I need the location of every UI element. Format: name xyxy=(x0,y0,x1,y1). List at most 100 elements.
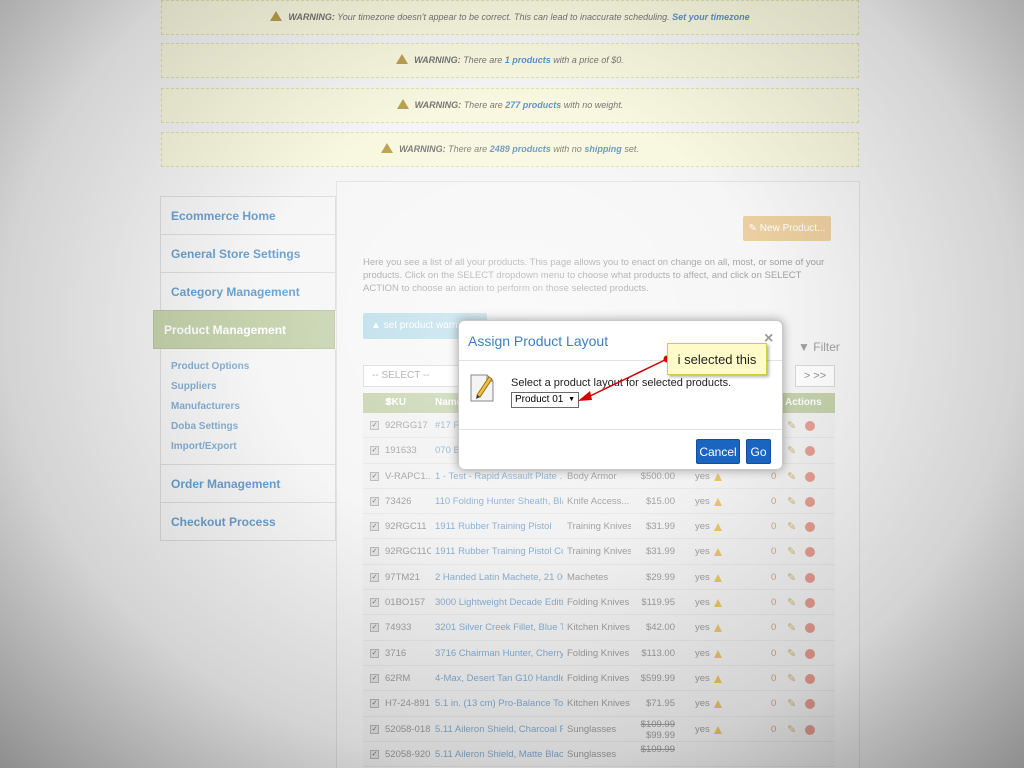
row-price: $500.00 xyxy=(635,471,675,482)
edit-icon[interactable]: ✎ xyxy=(787,495,796,508)
new-product-button[interactable]: ✎ New Product... xyxy=(743,216,831,241)
go-button[interactable]: Go xyxy=(746,439,771,464)
row-checkbox[interactable]: ✓ xyxy=(370,547,379,557)
table-row[interactable]: ✓ 73426 110 Folding Hunter Sheath, Bla... K… xyxy=(363,488,835,515)
sidebar-subitem-import-export[interactable]: Import/Export xyxy=(171,437,335,457)
table-row[interactable]: ✓ 52058-018 5.11 Aileron Shield, Charcoal … xyxy=(363,716,835,742)
sidebar-subitem-product-options[interactable]: Product Options xyxy=(171,357,335,377)
row-name-link[interactable]: 1911 Rubber Training Pistol xyxy=(435,521,563,532)
edit-icon[interactable]: ✎ xyxy=(787,723,796,736)
cancel-button[interactable]: Cancel xyxy=(696,439,740,464)
row-web-status: yes xyxy=(695,672,710,684)
row-checkbox[interactable]: ✓ xyxy=(370,471,379,481)
price-products-link[interactable]: 1 products xyxy=(505,55,551,65)
delete-icon[interactable] xyxy=(805,648,815,659)
row-name-link[interactable]: 2 Handed Latin Machete, 21 00... xyxy=(435,572,563,583)
filter-button[interactable]: ▼ Filter xyxy=(798,340,840,354)
table-row[interactable]: ✓ 3716 3716 Chairman Hunter, Cherry ... Fol… xyxy=(363,640,835,666)
edit-icon[interactable]: ✎ xyxy=(787,470,796,483)
row-checkbox[interactable]: ✓ xyxy=(370,673,379,683)
row-category: Sunglasses xyxy=(567,723,617,735)
table-row[interactable]: ✓ 92RGC11C 1911 Rubber Training Pistol Co.… xyxy=(363,539,835,565)
table-row[interactable]: ✓ 92RGC11 1911 Rubber Training Pistol Train… xyxy=(363,514,835,540)
row-price: $15.00 xyxy=(635,496,675,507)
edit-icon[interactable]: ✎ xyxy=(787,545,796,558)
shipping-link[interactable]: shipping xyxy=(584,144,622,154)
row-stock: 0 xyxy=(771,470,777,482)
warning-icon xyxy=(714,599,722,608)
row-name-link[interactable]: 1 - Test - Rapid Assault Plate ... xyxy=(435,471,563,482)
table-row[interactable]: ✓ 74933 3201 Silver Creek Fillet, Blue T..… xyxy=(363,615,835,641)
sidebar-submenu: Product Options Suppliers Manufacturers … xyxy=(160,349,336,465)
row-checkbox[interactable]: ✓ xyxy=(370,572,379,582)
delete-icon[interactable] xyxy=(805,446,815,457)
row-checkbox[interactable]: ✓ xyxy=(370,623,379,633)
row-name-link[interactable]: 3716 Chairman Hunter, Cherry ... xyxy=(435,648,563,659)
row-name-link[interactable]: 3201 Silver Creek Fillet, Blue T... xyxy=(435,622,563,633)
sidebar-item-ecommerce-home[interactable]: Ecommerce Home xyxy=(160,196,336,235)
edit-icon[interactable]: ✎ xyxy=(787,596,796,609)
column-sku[interactable]: SKU ⇕ xyxy=(385,393,406,413)
delete-icon[interactable] xyxy=(805,724,815,735)
sidebar-item-checkout-process[interactable]: Checkout Process xyxy=(160,502,336,541)
row-name-link[interactable]: 5.1 in. (13 cm) Pro-Balance To... xyxy=(435,698,563,709)
delete-icon[interactable] xyxy=(805,673,815,684)
delete-icon[interactable] xyxy=(805,522,815,533)
sidebar-item-product-management[interactable]: Product Management xyxy=(153,310,335,349)
delete-icon[interactable] xyxy=(805,598,815,609)
sidebar-subitem-manufacturers[interactable]: Manufacturers xyxy=(171,397,335,417)
table-row[interactable]: ✓ 52058-920 5.11 Aileron Shield, Matte Bla… xyxy=(363,741,835,768)
row-checkbox[interactable]: ✓ xyxy=(370,749,379,759)
sidebar-subitem-doba-settings[interactable]: Doba Settings xyxy=(171,417,335,437)
row-stock: 0 xyxy=(771,672,777,684)
sidebar-item-general-store-settings[interactable]: General Store Settings xyxy=(160,234,336,273)
table-row[interactable]: ✓ 01BO157 3000 Lightweight Decade Editio..… xyxy=(363,590,835,616)
row-checkbox[interactable]: ✓ xyxy=(370,496,379,506)
sidebar-item-order-management[interactable]: Order Management xyxy=(160,464,336,503)
row-category: Training Knives xyxy=(567,546,631,558)
edit-icon[interactable]: ✎ xyxy=(787,697,796,710)
row-name-link[interactable]: 4-Max, Desert Tan G10 Handle... xyxy=(435,673,563,684)
delete-icon[interactable] xyxy=(805,699,815,710)
weight-products-link[interactable]: 277 products xyxy=(505,100,561,110)
shipping-products-link[interactable]: 2489 products xyxy=(490,144,551,154)
row-checkbox[interactable]: ✓ xyxy=(370,446,379,456)
edit-icon[interactable]: ✎ xyxy=(787,571,796,584)
row-checkbox[interactable]: ✓ xyxy=(370,522,379,532)
edit-icon[interactable]: ✎ xyxy=(787,419,796,432)
row-checkbox[interactable]: ✓ xyxy=(370,724,379,734)
pager-next[interactable]: > >> xyxy=(795,365,835,387)
delete-icon[interactable] xyxy=(805,421,815,431)
row-checkbox[interactable]: ✓ xyxy=(370,421,379,430)
row-checkbox[interactable]: ✓ xyxy=(370,648,379,658)
warning-icon xyxy=(381,143,394,153)
row-category: Kitchen Knives xyxy=(567,698,630,710)
row-name-link[interactable]: 5.11 Aileron Shield, Charcoal F... xyxy=(435,724,563,735)
row-name-link[interactable]: 5.11 Aileron Shield, Matte Blac... xyxy=(435,749,563,760)
row-checkbox[interactable]: ✓ xyxy=(370,598,379,608)
sidebar-item-category-management[interactable]: Category Management xyxy=(160,272,336,311)
table-row[interactable]: ✓ H7-24-891 5.1 in. (13 cm) Pro-Balance To… xyxy=(363,691,835,717)
edit-icon[interactable]: ✎ xyxy=(787,621,796,634)
delete-icon[interactable] xyxy=(805,547,815,558)
delete-icon[interactable] xyxy=(805,471,815,482)
table-row[interactable]: ✓ 62RM 4-Max, Desert Tan G10 Handle... Fold… xyxy=(363,665,835,692)
table-row[interactable]: ✓ 97TM21 2 Handed Latin Machete, 21 00... M… xyxy=(363,564,835,591)
row-name-link[interactable]: 110 Folding Hunter Sheath, Bla... xyxy=(435,496,563,507)
row-price: $599.99 xyxy=(635,673,675,684)
delete-icon[interactable] xyxy=(805,572,815,583)
row-name-link[interactable]: 1911 Rubber Training Pistol Co... xyxy=(435,546,563,557)
row-sku: 74933 xyxy=(385,622,412,634)
delete-icon[interactable] xyxy=(805,496,815,507)
sidebar-subitem-suppliers[interactable]: Suppliers xyxy=(171,377,335,397)
select-dropdown[interactable]: -- SELECT -- xyxy=(363,365,463,387)
warning-weight: WARNING: There are 277 products with no … xyxy=(161,88,859,123)
set-timezone-link[interactable]: Set your timezone xyxy=(672,12,750,22)
row-checkbox[interactable]: ✓ xyxy=(370,699,379,709)
edit-icon[interactable]: ✎ xyxy=(787,672,796,685)
edit-icon[interactable]: ✎ xyxy=(787,520,796,533)
edit-icon[interactable]: ✎ xyxy=(787,647,796,660)
delete-icon[interactable] xyxy=(805,623,815,634)
row-name-link[interactable]: 3000 Lightweight Decade Editio... xyxy=(435,597,563,608)
edit-icon[interactable]: ✎ xyxy=(787,444,796,457)
